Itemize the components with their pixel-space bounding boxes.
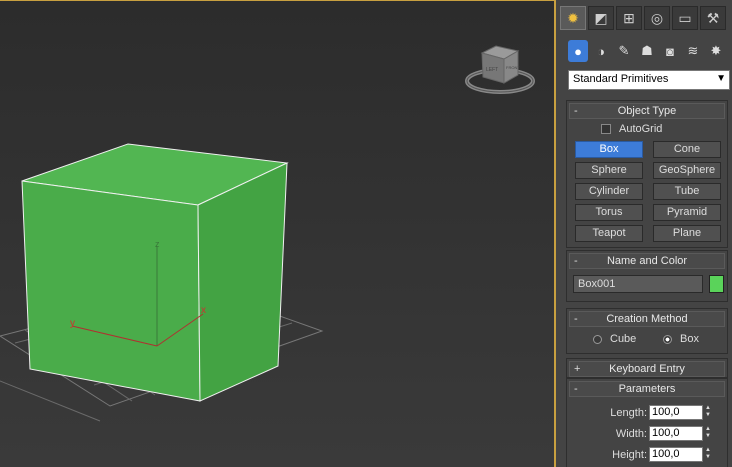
viewcube[interactable]: LEFT FRONT bbox=[465, 45, 535, 94]
name-and-color-header[interactable]: - Name and Color bbox=[569, 253, 725, 269]
height-label: Height: bbox=[612, 448, 647, 461]
box-side-face bbox=[197, 162, 288, 402]
object-type-button-box[interactable]: Box bbox=[575, 141, 643, 158]
rollout-title: Name and Color bbox=[606, 255, 688, 267]
keyboard-entry-rollout: + Keyboard Entry bbox=[566, 358, 728, 378]
radio-selected-icon bbox=[663, 334, 672, 344]
rollout-title: Creation Method bbox=[606, 313, 688, 325]
hierarchy-icon[interactable]: ⊞ bbox=[616, 6, 642, 30]
checkbox-icon bbox=[601, 124, 611, 134]
length-param: Length: 100,0 ▲ ▼ bbox=[567, 405, 713, 420]
object-type-button-sphere[interactable]: Sphere bbox=[575, 162, 643, 179]
collapse-toggle: - bbox=[574, 255, 578, 267]
radio-label: Cube bbox=[610, 333, 637, 345]
lights-icon[interactable]: ✎ bbox=[614, 40, 634, 62]
length-label: Length: bbox=[610, 406, 647, 419]
viewcube-left-label: LEFT bbox=[486, 67, 498, 73]
helpers-icon[interactable]: ◙ bbox=[660, 40, 680, 62]
rollout-title: Keyboard Entry bbox=[609, 363, 685, 375]
box-front-face bbox=[21, 180, 201, 402]
object-type-button-geosphere[interactable]: GeoSphere bbox=[653, 162, 721, 179]
autogrid-label: AutoGrid bbox=[619, 123, 663, 135]
command-panel: ✹ ◩ ⊞ ◎ ▭ ⚒ ● ◑ ✎ ☗ ◙ ≋ ✸ Standard Primitives ▼ - O… bbox=[558, 0, 732, 467]
box001-mesh[interactable] bbox=[21, 143, 289, 402]
creation-method-rollout: - Creation Method Cube Box bbox=[566, 308, 728, 354]
object-type-button-plane[interactable]: Plane bbox=[653, 225, 721, 242]
object-color-swatch[interactable] bbox=[709, 275, 724, 293]
parameters-rollout: - Parameters Length: 100,0 ▲ ▼ Width: 100… bbox=[566, 378, 728, 467]
object-type-button-torus[interactable]: Torus bbox=[575, 204, 643, 221]
viewport-scene: y x z LEFT FRONT bbox=[0, 45, 535, 422]
keyboard-entry-header[interactable]: + Keyboard Entry bbox=[569, 361, 725, 377]
primitive-category-dropdown[interactable]: Standard Primitives ▼ bbox=[568, 70, 730, 90]
height-spinner[interactable]: ▲ ▼ bbox=[705, 447, 713, 462]
width-param: Width: 100,0 ▲ ▼ bbox=[567, 426, 713, 441]
expand-toggle: + bbox=[574, 363, 581, 375]
cameras-icon[interactable]: ☗ bbox=[637, 40, 657, 62]
object-name-input[interactable]: Box001 bbox=[573, 275, 703, 293]
create-sun-icon[interactable]: ✹ bbox=[560, 6, 586, 30]
radio-icon bbox=[593, 334, 602, 344]
motion-icon[interactable]: ◎ bbox=[644, 6, 670, 30]
autogrid-checkbox[interactable]: AutoGrid bbox=[601, 123, 662, 135]
width-input[interactable]: 100,0 bbox=[649, 426, 703, 441]
object-type-rollout: - Object Type AutoGrid Box Cone Sphere GeoS… bbox=[566, 100, 728, 248]
radio-label: Box bbox=[680, 333, 699, 345]
axis-z-label: z bbox=[155, 239, 160, 249]
collapse-toggle: - bbox=[574, 313, 578, 325]
object-type-buttons: Box Cone Sphere GeoSphere Cylinder Tube Torus P… bbox=[575, 141, 721, 242]
command-panel-tabs: ✹ ◩ ⊞ ◎ ▭ ⚒ bbox=[560, 6, 726, 32]
creation-method-header[interactable]: - Creation Method bbox=[569, 311, 725, 327]
create-category-buttons: ● ◑ ✎ ☗ ◙ ≋ ✸ bbox=[568, 40, 726, 62]
parameters-header[interactable]: - Parameters bbox=[569, 381, 725, 397]
object-type-button-teapot[interactable]: Teapot bbox=[575, 225, 643, 242]
height-param: Height: 100,0 ▲ ▼ bbox=[567, 447, 713, 462]
width-spinner[interactable]: ▲ ▼ bbox=[705, 426, 713, 441]
object-type-button-cylinder[interactable]: Cylinder bbox=[575, 183, 643, 200]
space-warps-icon[interactable]: ≋ bbox=[683, 40, 703, 62]
axis-x-label: x bbox=[201, 305, 206, 316]
viewcube-front-label: FRONT bbox=[506, 65, 520, 70]
rollout-title: Object Type bbox=[617, 105, 677, 117]
object-type-header[interactable]: - Object Type bbox=[569, 103, 725, 119]
radio-cube[interactable]: Cube bbox=[593, 333, 636, 345]
height-input[interactable]: 100,0 bbox=[649, 447, 703, 462]
dropdown-value: Standard Primitives bbox=[573, 73, 669, 85]
object-type-button-cone[interactable]: Cone bbox=[653, 141, 721, 158]
perspective-viewport[interactable]: y x z LEFT FRONT bbox=[0, 0, 556, 467]
collapse-toggle: - bbox=[574, 383, 578, 395]
display-icon[interactable]: ▭ bbox=[672, 6, 698, 30]
length-spinner[interactable]: ▲ ▼ bbox=[705, 405, 713, 420]
object-type-button-pyramid[interactable]: Pyramid bbox=[653, 204, 721, 221]
shapes-icon[interactable]: ◑ bbox=[591, 40, 611, 62]
axis-y-label: y bbox=[70, 318, 75, 329]
utilities-hammer-icon[interactable]: ⚒ bbox=[700, 6, 726, 30]
width-label: Width: bbox=[615, 427, 647, 440]
length-input[interactable]: 100,0 bbox=[649, 405, 703, 420]
object-type-button-tube[interactable]: Tube bbox=[653, 183, 721, 200]
radio-box[interactable]: Box bbox=[663, 333, 699, 345]
name-and-color-rollout: - Name and Color Box001 bbox=[566, 250, 728, 302]
systems-icon[interactable]: ✸ bbox=[706, 40, 726, 62]
modify-icon[interactable]: ◩ bbox=[588, 6, 614, 30]
geometry-icon[interactable]: ● bbox=[568, 40, 588, 62]
chevron-down-icon: ▼ bbox=[716, 73, 726, 84]
collapse-toggle: - bbox=[574, 105, 578, 117]
rollout-title: Parameters bbox=[618, 383, 676, 395]
